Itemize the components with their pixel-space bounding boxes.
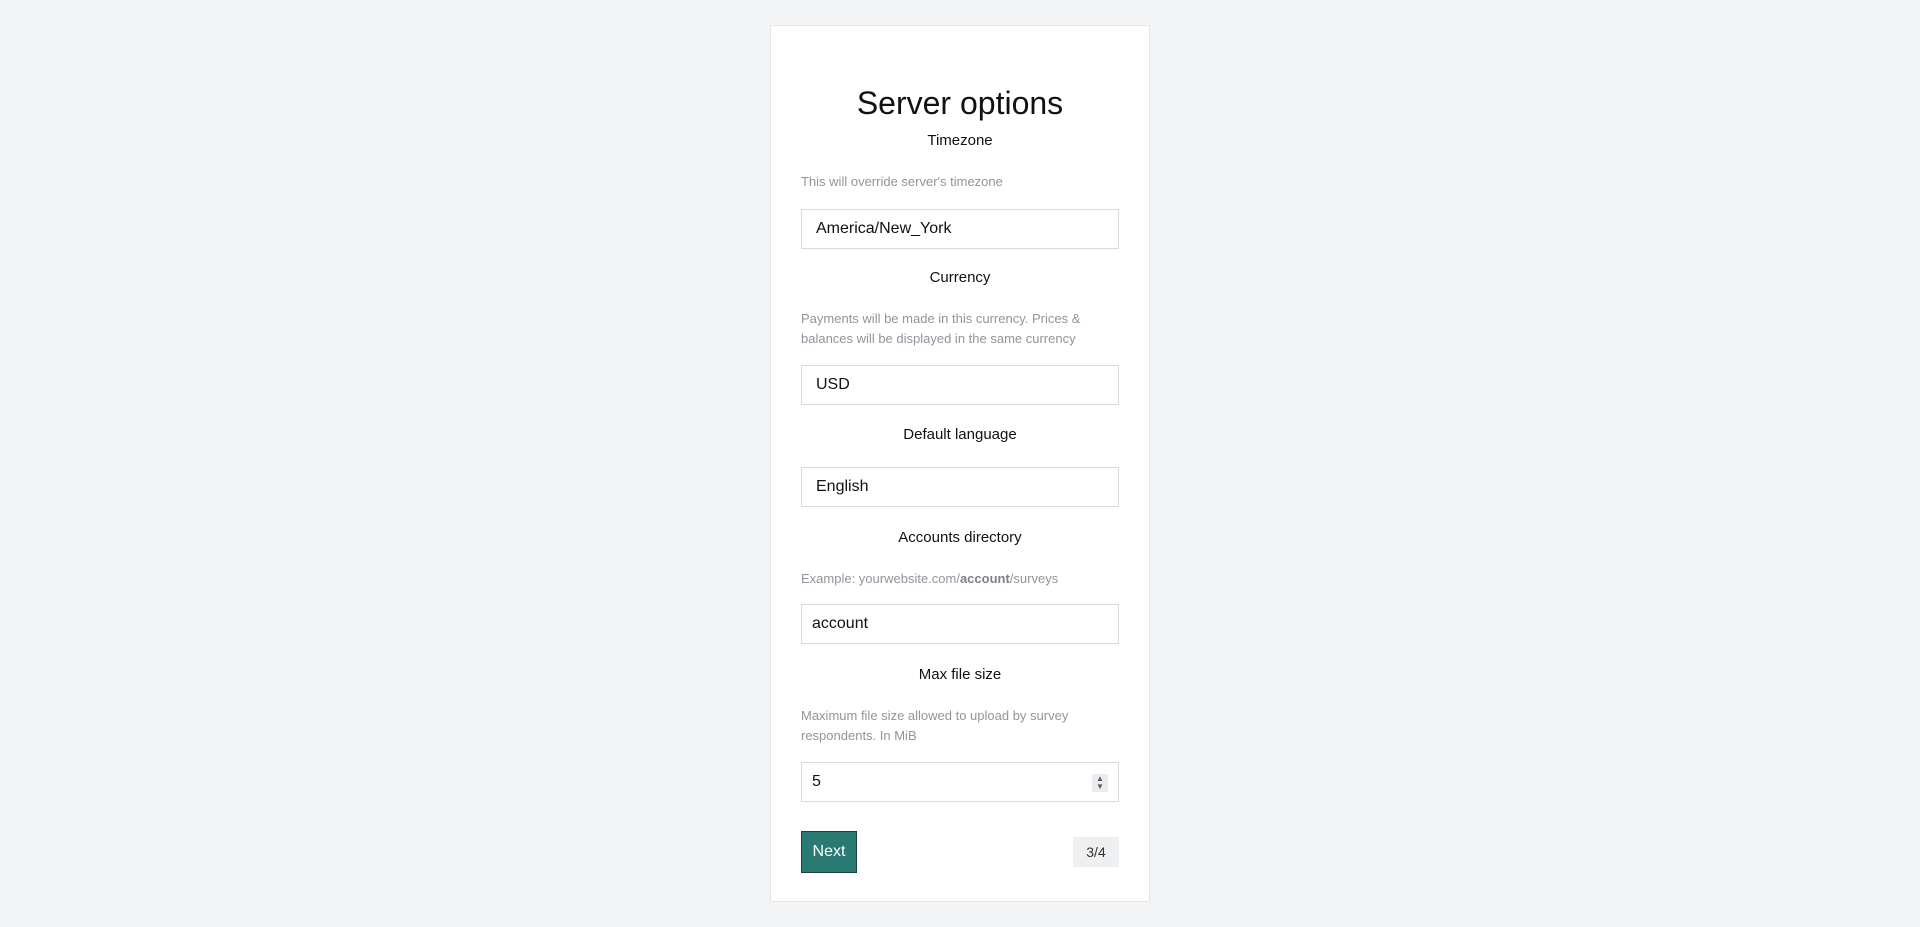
timezone-select[interactable]: America/New_York xyxy=(801,209,1119,249)
accounts-directory-label: Accounts directory xyxy=(898,529,1022,546)
currency-select[interactable]: USD xyxy=(801,365,1119,405)
accounts-directory-value: account xyxy=(812,615,869,632)
max-file-size-input[interactable]: 5 ▲ ▼ xyxy=(801,762,1119,802)
server-options-card: Server options Timezone This will overri… xyxy=(770,25,1150,902)
accounts-help-bold: account xyxy=(959,571,1010,586)
next-button[interactable]: Next xyxy=(801,831,857,873)
number-stepper[interactable]: ▲ ▼ xyxy=(1092,774,1108,792)
language-value: English xyxy=(816,478,869,495)
accounts-directory-help: Example: yourwebsite.com/account/surveys xyxy=(801,569,1119,589)
timezone-label: Timezone xyxy=(927,132,993,149)
currency-help: Payments will be made in this currency. … xyxy=(801,311,1081,346)
page-title: Server options xyxy=(856,85,1064,121)
currency-label: Currency xyxy=(929,269,991,286)
max-file-size-label: Max file size xyxy=(918,666,1002,683)
max-file-size-help: Maximum file size allowed to upload by s… xyxy=(801,708,1069,743)
currency-value: USD xyxy=(816,376,850,393)
step-indicator: 3/4 xyxy=(1073,837,1119,867)
timezone-value: America/New_York xyxy=(816,220,952,237)
accounts-help-prefix: Example: yourwebsite.com/ xyxy=(801,571,960,586)
accounts-directory-input[interactable]: account xyxy=(801,604,1119,644)
stepper-down-icon[interactable]: ▼ xyxy=(1096,783,1104,791)
timezone-help: This will override server's timezone xyxy=(801,174,1003,189)
max-file-size-value: 5 xyxy=(812,773,821,790)
accounts-help-suffix: /surveys xyxy=(1009,571,1059,586)
language-label: Default language xyxy=(903,426,1017,443)
language-select[interactable]: English xyxy=(801,467,1119,507)
